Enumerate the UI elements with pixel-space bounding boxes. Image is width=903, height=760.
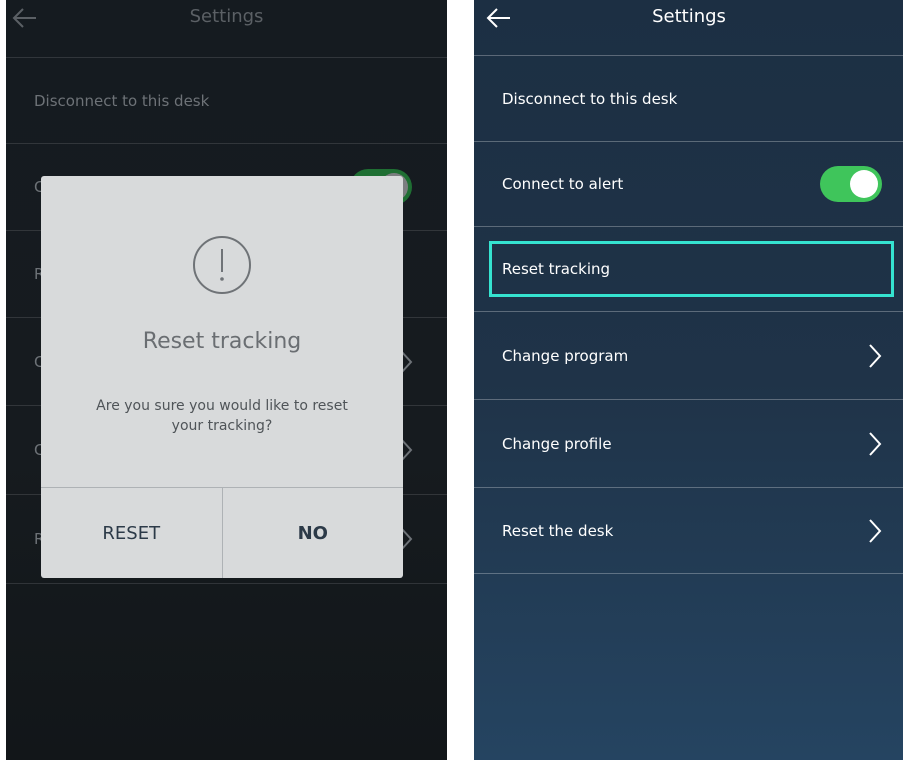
settings-row-change-profile[interactable]: Change profile (474, 399, 903, 487)
dialog-actions: RESET NO (41, 487, 403, 578)
row-label: Change program (502, 346, 629, 365)
settings-row-reset-tracking[interactable]: Reset tracking (474, 226, 903, 311)
chevron-right-icon (869, 431, 882, 456)
settings-row-connect-alert[interactable]: Connect to alert (474, 141, 903, 226)
row-label: Disconnect to this desk (34, 91, 210, 110)
chevron-right-icon (869, 518, 882, 543)
row-label: Disconnect to this desk (502, 89, 678, 108)
dialog-title: Reset tracking (142, 329, 302, 354)
toggle-knob (850, 170, 878, 198)
settings-row-reset-desk[interactable]: Reset the desk (474, 487, 903, 574)
reset-button[interactable]: RESET (41, 488, 222, 578)
left-phone-screen: Settings Disconnect to this desk Co Re C… (6, 0, 447, 760)
settings-row-change-program[interactable]: Change program (474, 311, 903, 399)
settings-row-disconnect[interactable]: Disconnect to this desk (6, 57, 447, 143)
top-bar: Settings (474, 0, 903, 38)
chevron-right-icon (869, 343, 882, 368)
settings-row-disconnect[interactable]: Disconnect to this desk (474, 55, 903, 141)
no-button[interactable]: NO (221, 488, 404, 578)
row-label: Reset the desk (502, 521, 614, 540)
page-title: Settings (189, 6, 264, 27)
reset-tracking-dialog: Reset tracking Are you sure you would li… (41, 176, 403, 578)
alert-toggle[interactable] (820, 166, 882, 202)
row-label: Reset tracking (502, 260, 611, 278)
dialog-message: Are you sure you would like to reset you… (96, 398, 348, 434)
top-bar: Settings (6, 0, 447, 38)
right-phone-screen: Settings Disconnect to this desk Connect… (474, 0, 903, 760)
row-label: Connect to alert (502, 175, 624, 193)
page-title: Settings (652, 6, 726, 27)
row-label: Change profile (502, 434, 612, 453)
exclamation-circle-icon (193, 236, 251, 294)
